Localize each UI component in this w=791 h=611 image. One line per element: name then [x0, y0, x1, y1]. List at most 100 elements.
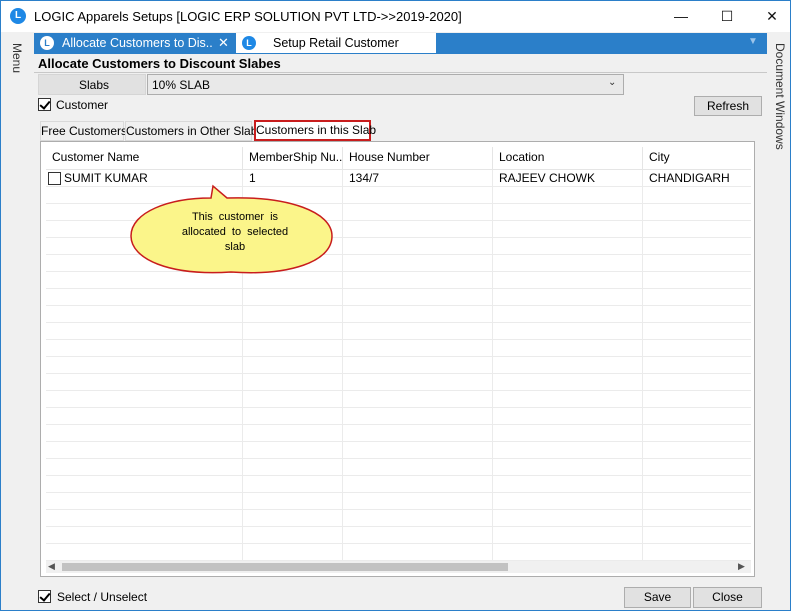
refresh-button[interactable]: Refresh	[694, 96, 762, 116]
empty-cell	[493, 289, 643, 306]
empty-cell	[493, 425, 643, 442]
select-unselect-checkbox[interactable]	[38, 590, 51, 603]
empty-cell	[46, 374, 243, 391]
empty-cell	[643, 442, 751, 459]
horizontal-scrollbar[interactable]: ◀ ▶	[46, 561, 751, 573]
empty-cell	[343, 374, 493, 391]
app-window: L LOGIC Apparels Setups [LOGIC ERP SOLUT…	[0, 0, 791, 611]
tab-setup-retail-customer[interactable]: L Setup Retail Customer	[236, 33, 436, 53]
empty-cell	[643, 408, 751, 425]
title-bar: L LOGIC Apparels Setups [LOGIC ERP SOLUT…	[1, 1, 790, 32]
column-header-customer-name[interactable]: Customer Name	[46, 147, 243, 170]
maximize-button[interactable]: ☐	[704, 1, 750, 32]
row-checkbox[interactable]	[48, 172, 61, 185]
column-header-location[interactable]: Location	[493, 147, 643, 170]
empty-row	[46, 544, 751, 561]
empty-cell	[493, 391, 643, 408]
scroll-left-icon[interactable]: ◀	[48, 561, 55, 572]
empty-cell	[46, 476, 243, 493]
empty-row	[46, 391, 751, 408]
empty-cell	[243, 340, 343, 357]
customer-checkbox-label: Customer	[56, 98, 109, 112]
empty-row	[46, 476, 751, 493]
empty-cell	[46, 357, 243, 374]
callout-line: This customer is	[191, 211, 279, 223]
tab-allocate-customers[interactable]: L Allocate Customers to Dis... ✕	[34, 33, 235, 53]
empty-cell	[243, 425, 343, 442]
close-icon[interactable]: ✕	[218, 33, 229, 53]
logic-app-icon: L	[40, 36, 54, 50]
empty-cell	[493, 459, 643, 476]
empty-cell	[343, 476, 493, 493]
empty-cell	[243, 306, 343, 323]
empty-cell	[643, 510, 751, 527]
close-button[interactable]: Close	[693, 587, 762, 608]
empty-row	[46, 289, 751, 306]
slab-dropdown[interactable]: 10% SLAB ⌄	[147, 74, 624, 95]
empty-cell	[243, 323, 343, 340]
empty-cell	[643, 374, 751, 391]
empty-cell	[493, 408, 643, 425]
column-header-city[interactable]: City	[643, 147, 751, 170]
empty-cell	[343, 493, 493, 510]
empty-cell	[343, 425, 493, 442]
empty-cell	[343, 187, 493, 204]
empty-cell	[243, 476, 343, 493]
empty-cell	[243, 391, 343, 408]
callout-line: allocated to selected	[181, 226, 289, 238]
minimize-button[interactable]: —	[658, 1, 704, 32]
side-menu-panel[interactable]: Menu	[1, 33, 32, 609]
callout-line: slab	[224, 241, 246, 253]
empty-cell	[243, 374, 343, 391]
empty-cell	[643, 391, 751, 408]
empty-cell	[493, 323, 643, 340]
empty-cell	[643, 221, 751, 238]
page-title: Allocate Customers to Discount Slabes	[38, 56, 281, 71]
chevron-down-icon[interactable]: ▼	[748, 36, 758, 47]
save-button[interactable]: Save	[624, 587, 691, 608]
empty-cell	[343, 221, 493, 238]
document-windows-panel[interactable]: Document Windows	[769, 33, 790, 609]
close-window-button[interactable]: ✕	[749, 1, 791, 32]
empty-cell	[243, 442, 343, 459]
slab-dropdown-value: 10% SLAB	[152, 78, 211, 92]
chevron-down-icon[interactable]: ⌄	[608, 77, 616, 88]
grid-header: Customer Name MemberShip Nu... House Num…	[46, 147, 751, 170]
empty-cell	[46, 289, 243, 306]
empty-cell	[493, 544, 643, 561]
empty-cell	[643, 527, 751, 544]
empty-cell	[243, 289, 343, 306]
empty-row	[46, 357, 751, 374]
empty-cell	[343, 527, 493, 544]
empty-cell	[493, 238, 643, 255]
empty-cell	[493, 204, 643, 221]
side-menu-label[interactable]: Menu	[10, 43, 24, 73]
empty-cell	[643, 459, 751, 476]
tab-customers-in-this-slab[interactable]: Customers in this Slab	[254, 120, 376, 141]
column-header-house-number[interactable]: House Number	[343, 147, 493, 170]
empty-cell	[46, 493, 243, 510]
customer-checkbox[interactable]	[38, 98, 51, 111]
empty-row	[46, 442, 751, 459]
scroll-right-icon[interactable]: ▶	[738, 561, 745, 572]
divider	[34, 72, 767, 73]
empty-row	[46, 340, 751, 357]
empty-cell	[343, 323, 493, 340]
empty-cell	[493, 357, 643, 374]
empty-cell	[493, 442, 643, 459]
column-header-membership[interactable]: MemberShip Nu...	[243, 147, 343, 170]
empty-cell	[493, 340, 643, 357]
scrollbar-thumb[interactable]	[62, 563, 508, 571]
empty-cell	[343, 306, 493, 323]
empty-cell	[243, 408, 343, 425]
empty-row	[46, 527, 751, 544]
tab-free-customers[interactable]: Free Customers	[40, 121, 127, 141]
tab-customers-in-other-slabs[interactable]: Customers in Other Slabs	[125, 121, 263, 141]
document-windows-label[interactable]: Document Windows	[773, 43, 787, 150]
empty-row	[46, 408, 751, 425]
empty-row	[46, 510, 751, 527]
empty-cell	[493, 374, 643, 391]
cell-city: CHANDIGARH	[649, 171, 730, 185]
empty-cell	[493, 510, 643, 527]
empty-cell	[343, 204, 493, 221]
